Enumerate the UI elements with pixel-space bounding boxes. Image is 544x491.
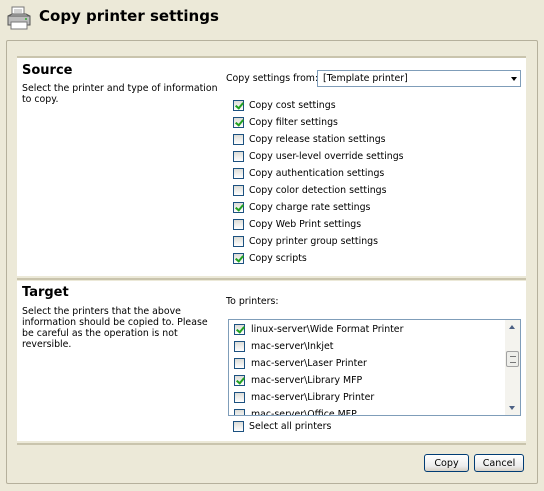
option-checkbox[interactable] — [233, 236, 244, 247]
printer-checkbox[interactable] — [234, 324, 245, 335]
printer-listbox[interactable]: linux-server\Wide Format Printer mac-serv… — [228, 319, 521, 416]
printer-label: mac-server\Laser Printer — [251, 358, 367, 369]
option-label: Copy color detection settings — [249, 185, 387, 196]
option-checkbox[interactable] — [233, 168, 244, 179]
printer-checkbox[interactable] — [234, 358, 245, 369]
option-checkbox[interactable] — [233, 151, 244, 162]
listbox-scrollbar[interactable] — [505, 320, 520, 415]
printer-checkbox[interactable] — [234, 409, 245, 415]
printer-label: mac-server\Library Printer — [251, 392, 375, 403]
option-label: Copy scripts — [249, 253, 307, 264]
source-description: Select the printer and type of informati… — [22, 83, 218, 105]
option-label: Copy authentication settings — [249, 168, 385, 179]
option-checkbox[interactable] — [233, 100, 244, 111]
copy-from-label: Copy settings from: — [226, 73, 319, 84]
option-label: Copy charge rate settings — [249, 202, 371, 213]
target-heading: Target — [22, 285, 69, 300]
printer-checkbox[interactable] — [234, 392, 245, 403]
copy-from-value: [Template printer] — [323, 73, 408, 84]
divider — [17, 56, 526, 58]
page-title: Copy printer settings — [39, 7, 219, 25]
copy-from-select[interactable]: [Template printer] — [317, 70, 521, 87]
option-checkbox[interactable] — [233, 219, 244, 230]
option-label: Copy release station settings — [249, 134, 386, 145]
option-label: Copy Web Print settings — [249, 219, 362, 230]
option-label: Copy printer group settings — [249, 236, 378, 247]
select-all-label: Select all printers — [249, 421, 332, 432]
target-description: Select the printers that the above infor… — [22, 306, 208, 350]
cancel-button[interactable]: Cancel — [474, 454, 524, 472]
chevron-down-icon[interactable] — [511, 77, 517, 81]
printer-label: mac-server\Office MFP — [251, 409, 357, 416]
printer-label: mac-server\Library MFP — [251, 375, 363, 386]
printer-icon — [7, 6, 31, 30]
printer-label: linux-server\Wide Format Printer — [251, 324, 404, 335]
scroll-down-arrow-icon[interactable] — [505, 400, 520, 415]
option-checkbox[interactable] — [233, 253, 244, 264]
option-label: Copy cost settings — [249, 100, 336, 111]
option-checkbox[interactable] — [233, 202, 244, 213]
printer-checkbox[interactable] — [234, 375, 245, 386]
divider — [17, 443, 526, 445]
option-label: Copy filter settings — [249, 117, 338, 128]
copy-button[interactable]: Copy — [424, 454, 469, 472]
dialog-header: Copy printer settings — [0, 0, 544, 36]
divider — [17, 278, 526, 280]
scroll-up-arrow-icon[interactable] — [505, 320, 520, 335]
to-printers-label: To printers: — [226, 296, 279, 307]
option-checkbox[interactable] — [233, 185, 244, 196]
printer-checkbox[interactable] — [234, 341, 245, 352]
option-label: Copy user-level override settings — [249, 151, 404, 162]
source-heading: Source — [22, 63, 73, 78]
select-all-checkbox[interactable] — [233, 421, 244, 432]
option-checkbox[interactable] — [233, 117, 244, 128]
printer-label: mac-server\Inkjet — [251, 341, 334, 352]
option-checkbox[interactable] — [233, 134, 244, 145]
scroll-thumb[interactable] — [506, 351, 519, 367]
